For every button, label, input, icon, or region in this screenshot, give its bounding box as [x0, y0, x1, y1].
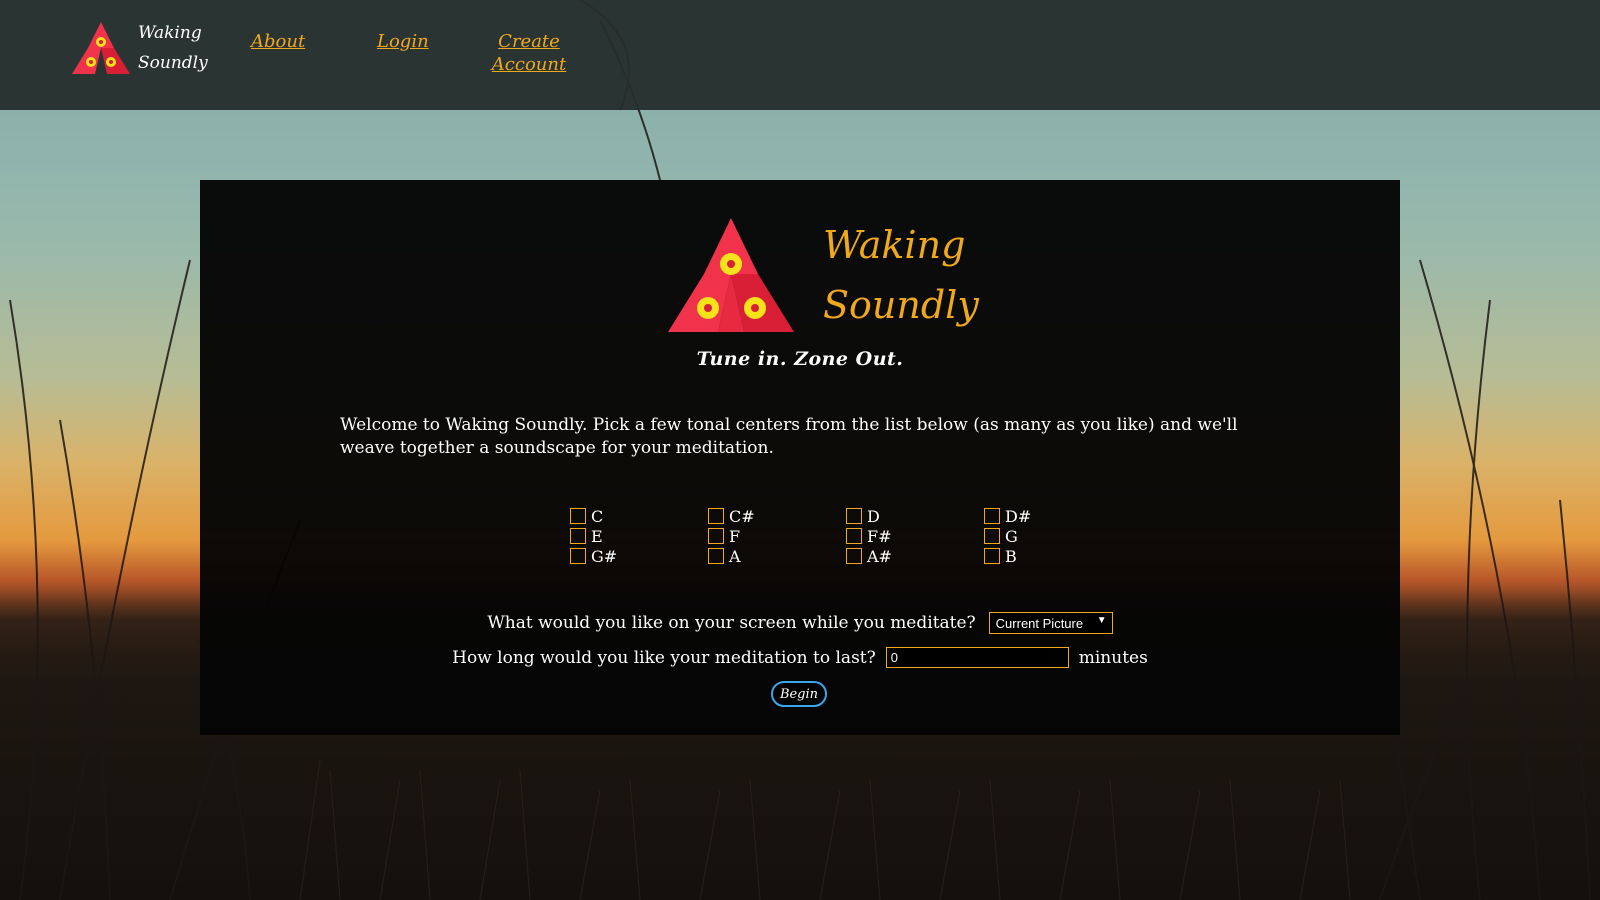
note-label: A — [729, 546, 741, 566]
note-option-e[interactable]: E — [570, 526, 708, 546]
note-label: E — [591, 526, 603, 546]
note-label: D# — [1005, 506, 1032, 526]
hero-triangle-logo-icon — [668, 218, 794, 332]
hero-title-line2: Soundly — [823, 283, 979, 327]
duration-question-row: How long would you like your meditation … — [200, 647, 1400, 668]
checkbox[interactable] — [570, 548, 586, 564]
screen-question-row: What would you like on your screen while… — [200, 612, 1400, 634]
nav-about-link[interactable]: About — [251, 30, 305, 53]
triangle-logo-icon — [72, 22, 130, 74]
note-label: F — [729, 526, 741, 546]
note-label: F# — [867, 526, 892, 546]
checkbox[interactable] — [708, 528, 724, 544]
nav-login-link[interactable]: Login — [377, 30, 429, 53]
checkbox[interactable] — [846, 528, 862, 544]
nav-create-account-link[interactable]: Create Account — [489, 30, 569, 76]
note-label: G# — [591, 546, 618, 566]
checkbox[interactable] — [708, 508, 724, 524]
note-label: G — [1005, 526, 1018, 546]
note-option-f-sharp[interactable]: F# — [846, 526, 984, 546]
note-option-g-sharp[interactable]: G# — [570, 546, 708, 566]
note-label: C — [591, 506, 604, 526]
tonal-centers-checklist: C C# D D# E F F# G G# A A# B — [570, 506, 1130, 566]
checkbox[interactable] — [984, 528, 1000, 544]
hero-title: Waking Soundly — [823, 215, 979, 335]
hero-title-line1: Waking — [823, 223, 966, 267]
checkbox[interactable] — [570, 528, 586, 544]
duration-value: 0 — [890, 650, 898, 665]
note-option-b[interactable]: B — [984, 546, 1122, 566]
meditation-setup-panel: Waking Soundly Tune in. Zone Out. Welcom… — [200, 180, 1400, 735]
duration-unit-label: minutes — [1078, 647, 1148, 668]
checkbox[interactable] — [846, 548, 862, 564]
screen-question-label: What would you like on your screen while… — [487, 613, 976, 633]
top-navigation-bar: Waking Soundly About Login Create Accoun… — [0, 0, 1600, 110]
note-option-c[interactable]: C — [570, 506, 708, 526]
note-option-c-sharp[interactable]: C# — [708, 506, 846, 526]
note-label: A# — [867, 546, 892, 566]
nav-create-line2: Account — [491, 54, 567, 75]
welcome-text: Welcome to Waking Soundly. Pick a few to… — [340, 415, 1238, 458]
header-brand-line2: Soundly — [138, 53, 208, 73]
dropdown-arrow-icon: ▼ — [1096, 615, 1107, 626]
screen-option-selected: Current Picture — [995, 615, 1084, 631]
header-brand-name: Waking Soundly — [138, 18, 208, 78]
screen-option-select[interactable]: Current Picture ▼ — [988, 612, 1113, 634]
note-option-d-sharp[interactable]: D# — [984, 506, 1122, 526]
note-label: C# — [729, 506, 755, 526]
checkbox[interactable] — [984, 548, 1000, 564]
note-label: B — [1005, 546, 1017, 566]
checkbox[interactable] — [846, 508, 862, 524]
header-logo[interactable]: Waking Soundly — [70, 16, 210, 80]
checkbox[interactable] — [708, 548, 724, 564]
begin-button[interactable]: Begin — [771, 681, 827, 707]
checkbox[interactable] — [570, 508, 586, 524]
note-option-a[interactable]: A — [708, 546, 846, 566]
duration-minutes-input[interactable]: 0 — [885, 647, 1069, 668]
duration-question-label: How long would you like your meditation … — [452, 647, 876, 668]
header-brand-line1: Waking — [138, 23, 202, 43]
note-option-f[interactable]: F — [708, 526, 846, 546]
tagline: Tune in. Zone Out. — [696, 348, 904, 370]
note-option-d[interactable]: D — [846, 506, 984, 526]
note-label: D — [867, 506, 880, 526]
note-option-a-sharp[interactable]: A# — [846, 546, 984, 566]
checkbox[interactable] — [984, 508, 1000, 524]
note-option-g[interactable]: G — [984, 526, 1122, 546]
nav-create-line1: Create — [498, 31, 560, 52]
